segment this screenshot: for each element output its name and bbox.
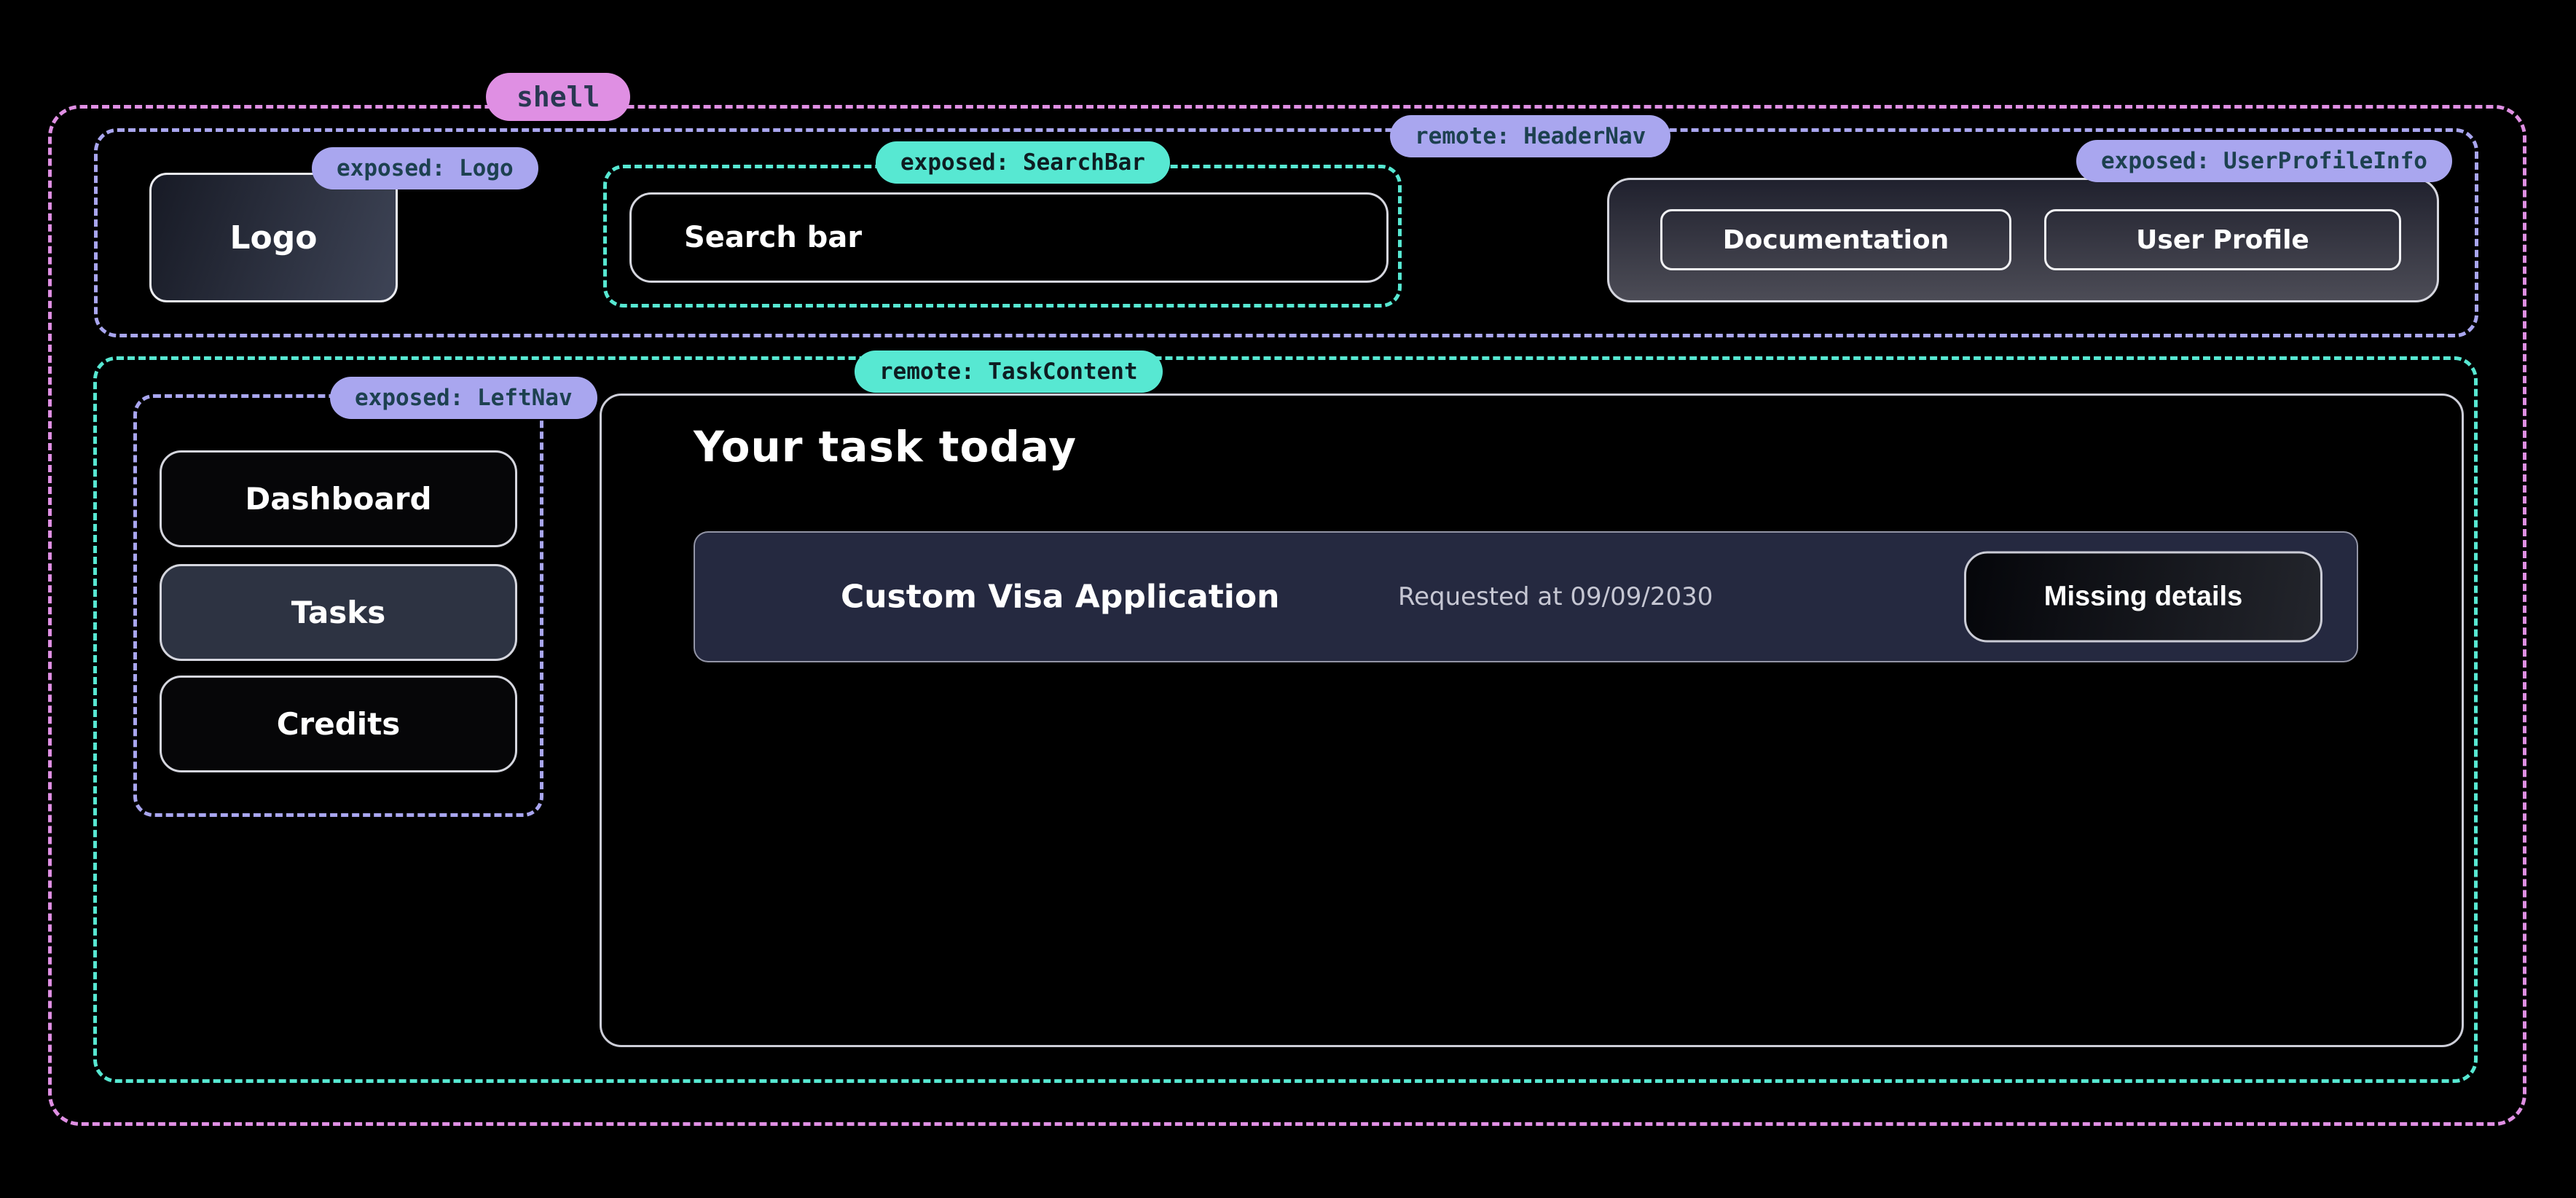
task-title: Custom Visa Application (841, 579, 1279, 616)
taskcontent-remote-pill: remote: TaskContent (855, 351, 1163, 393)
logo: Logo (149, 173, 398, 302)
missing-details-button[interactable]: Missing details (1964, 552, 2322, 643)
shell-label-pill: shell (486, 73, 630, 121)
task-requested-date: Requested at 09/09/2030 (1398, 582, 1713, 611)
page-title: Your task today (694, 422, 1077, 471)
exposed-logo-pill: exposed: Logo (312, 147, 538, 189)
search-input[interactable]: Search bar (629, 192, 1389, 283)
user-profile-info-panel: Documentation User Profile (1607, 178, 2439, 302)
sidebar-item-dashboard[interactable]: Dashboard (160, 450, 517, 547)
exposed-leftnav-pill: exposed: LeftNav (330, 377, 597, 419)
sidebar-item-credits[interactable]: Credits (160, 676, 517, 772)
documentation-button[interactable]: Documentation (1660, 209, 2011, 270)
headernav-remote-pill: remote: HeaderNav (1390, 115, 1670, 157)
user-profile-button[interactable]: User Profile (2044, 209, 2401, 270)
exposed-userprofileinfo-pill: exposed: UserProfileInfo (2076, 140, 2452, 182)
exposed-searchbar-pill: exposed: SearchBar (876, 141, 1170, 184)
sidebar-item-tasks[interactable]: Tasks (160, 564, 517, 661)
task-row: Custom Visa Application Requested at 09/… (694, 531, 2358, 662)
task-content-panel: Your task today Custom Visa Application … (600, 394, 2464, 1047)
